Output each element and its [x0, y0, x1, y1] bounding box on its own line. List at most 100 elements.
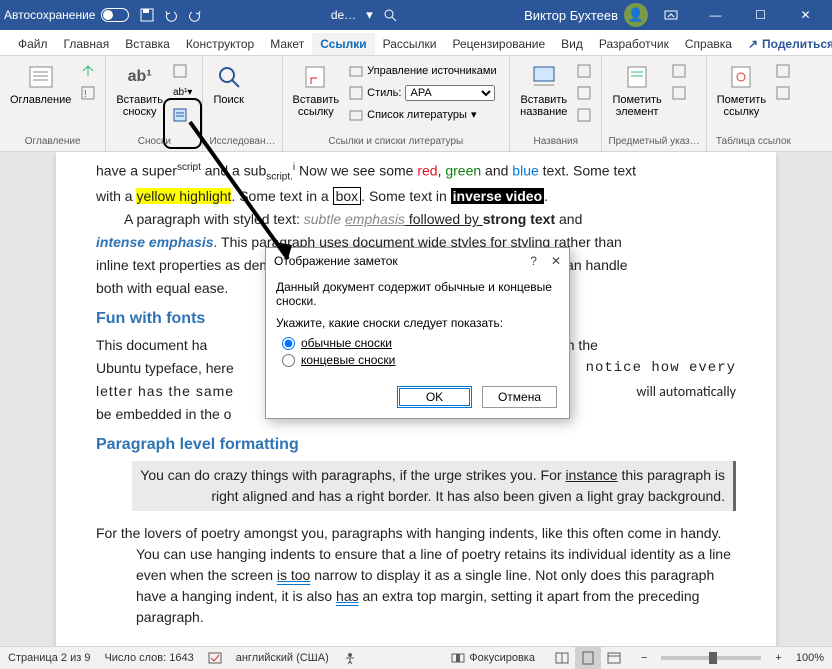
spellcheck-icon[interactable]	[208, 651, 222, 665]
status-bar: Страница 2 из 9 Число слов: 1643 английс…	[0, 646, 832, 669]
style-selector[interactable]: Стиль:APA	[345, 82, 503, 103]
accessibility-icon[interactable]	[343, 651, 357, 665]
share-button[interactable]: ↗Поделиться	[740, 33, 832, 55]
toc-button[interactable]: Оглавление	[6, 60, 75, 108]
insert-footnote-label: Вставить сноску	[116, 94, 163, 118]
tab-developer[interactable]: Разработчик	[591, 33, 677, 55]
chevron-down-icon[interactable]: ▾	[366, 7, 373, 23]
tab-home[interactable]: Главная	[56, 33, 118, 55]
cross-ref-button[interactable]	[573, 104, 595, 125]
update-toa-button[interactable]	[772, 82, 794, 103]
tab-insert[interactable]: Вставка	[117, 33, 178, 55]
boxed-text: box	[333, 187, 362, 205]
search-icon[interactable]	[383, 8, 397, 22]
search-label: Поиск	[213, 94, 243, 106]
insert-tof-button[interactable]	[573, 60, 595, 81]
mark-entry-label: Пометить элемент	[612, 94, 661, 118]
tab-file[interactable]: Файл	[10, 33, 56, 55]
ok-button[interactable]: OK	[397, 386, 472, 408]
tab-view[interactable]: Вид	[553, 33, 591, 55]
blue-text: blue	[512, 163, 538, 179]
autosave-toggle[interactable]	[101, 8, 129, 22]
insert-toa-button[interactable]	[772, 60, 794, 81]
group-toa: Пометить ссылку Таблица ссылок	[707, 56, 800, 151]
avatar[interactable]: 👤	[624, 3, 648, 27]
mono-text: notice how every	[586, 358, 736, 379]
mark-entry-button[interactable]: Пометить элемент	[608, 60, 665, 120]
text: .	[544, 188, 548, 204]
redo-icon[interactable]	[187, 7, 203, 23]
tab-references[interactable]: Ссылки	[312, 33, 374, 55]
update-tof-button[interactable]	[573, 82, 595, 103]
insert-footnote-button[interactable]: ab¹ Вставить сноску	[112, 60, 167, 120]
print-layout-icon[interactable]	[575, 647, 601, 669]
undo-icon[interactable]	[163, 7, 179, 23]
radio-footnotes-input[interactable]	[282, 337, 295, 350]
ribbon-tabs: Файл Главная Вставка Конструктор Макет С…	[0, 30, 832, 56]
close-icon[interactable]: ✕	[783, 0, 828, 30]
insert-index-button[interactable]	[668, 60, 690, 81]
cancel-button[interactable]: Отмена	[482, 386, 557, 408]
dialog-body: Данный документ содержит обычные и конце…	[266, 274, 569, 382]
insert-citation-button[interactable]: Вставить ссылку	[289, 60, 344, 120]
heading: Paragraph level formatting	[96, 433, 736, 457]
user-section[interactable]: Виктор Бухтеев 👤	[524, 3, 648, 27]
dialog-message: Данный документ содержит обычные и конце…	[276, 280, 559, 308]
page-indicator[interactable]: Страница 2 из 9	[8, 652, 90, 664]
dialog-titlebar: Отображение заметок ?✕	[266, 248, 569, 274]
group-research: Поиск Исследован…	[203, 56, 282, 151]
update-toc-button[interactable]: !	[77, 82, 99, 103]
manage-sources-button[interactable]: Управление источниками	[345, 60, 503, 81]
focus-mode[interactable]: Фокусировка	[451, 651, 535, 665]
user-name: Виктор Бухтеев	[524, 8, 618, 23]
text: . Some text in	[361, 188, 450, 204]
tab-mailings[interactable]: Рассылки	[375, 33, 445, 55]
language-indicator[interactable]: английский (США)	[236, 652, 329, 664]
tab-layout[interactable]: Макет	[262, 33, 312, 55]
zoom-slider[interactable]	[661, 656, 761, 660]
mark-citation-icon	[726, 62, 756, 92]
word-count[interactable]: Число слов: 1643	[104, 652, 193, 664]
toc-label: Оглавление	[10, 94, 71, 106]
save-icon[interactable]	[139, 7, 155, 23]
group-footnotes-label: Сноски	[112, 134, 196, 147]
style-dropdown[interactable]: APA	[405, 85, 495, 101]
dialog-prompt: Укажите, какие сноски следует показать:	[276, 316, 559, 330]
mark-citation-button[interactable]: Пометить ссылку	[713, 60, 770, 120]
manage-sources-label: Управление источниками	[367, 65, 496, 77]
insert-endnote-button[interactable]	[169, 60, 196, 81]
text: and	[481, 163, 512, 179]
update-index-button[interactable]	[668, 82, 690, 103]
web-layout-icon[interactable]	[601, 647, 627, 669]
group-index-label: Предметный указ…	[608, 134, 699, 147]
text: followed by	[405, 211, 483, 227]
zoom-out-icon[interactable]: −	[641, 652, 647, 664]
read-mode-icon[interactable]	[549, 647, 575, 669]
ribbon-options-icon[interactable]	[648, 0, 693, 30]
zoom-level[interactable]: 100%	[796, 652, 824, 664]
add-text-button[interactable]	[77, 60, 99, 81]
group-captions-label: Названия	[516, 134, 595, 147]
tab-design[interactable]: Конструктор	[178, 33, 262, 55]
tab-review[interactable]: Рецензирование	[445, 33, 554, 55]
group-citations-label: Ссылки и списки литературы	[289, 134, 504, 147]
close-icon[interactable]: ✕	[551, 254, 561, 268]
zoom-in-icon[interactable]: +	[775, 652, 781, 664]
search-button[interactable]: Поиск	[209, 60, 247, 108]
text: You can do crazy things with paragraphs,…	[140, 467, 565, 483]
minimize-icon[interactable]: —	[693, 0, 738, 30]
toc-icon	[26, 62, 56, 92]
link[interactable]: instance	[565, 467, 617, 483]
view-buttons	[549, 647, 627, 669]
next-footnote-button[interactable]: ab¹▾	[169, 82, 196, 103]
radio-endnotes-input[interactable]	[282, 354, 295, 367]
insert-caption-button[interactable]: Вставить название	[516, 60, 571, 120]
help-icon[interactable]: ?	[530, 254, 537, 268]
bibliography-button[interactable]: Список литературы ▾	[345, 104, 503, 125]
maximize-icon[interactable]: ☐	[738, 0, 783, 30]
show-notes-button[interactable]	[169, 104, 196, 125]
radio-endnotes[interactable]: концевые сноски	[282, 353, 559, 367]
mono-text: letter has the same	[96, 381, 234, 402]
tab-help[interactable]: Справка	[677, 33, 740, 55]
radio-footnotes[interactable]: обычные сноски	[282, 336, 559, 350]
